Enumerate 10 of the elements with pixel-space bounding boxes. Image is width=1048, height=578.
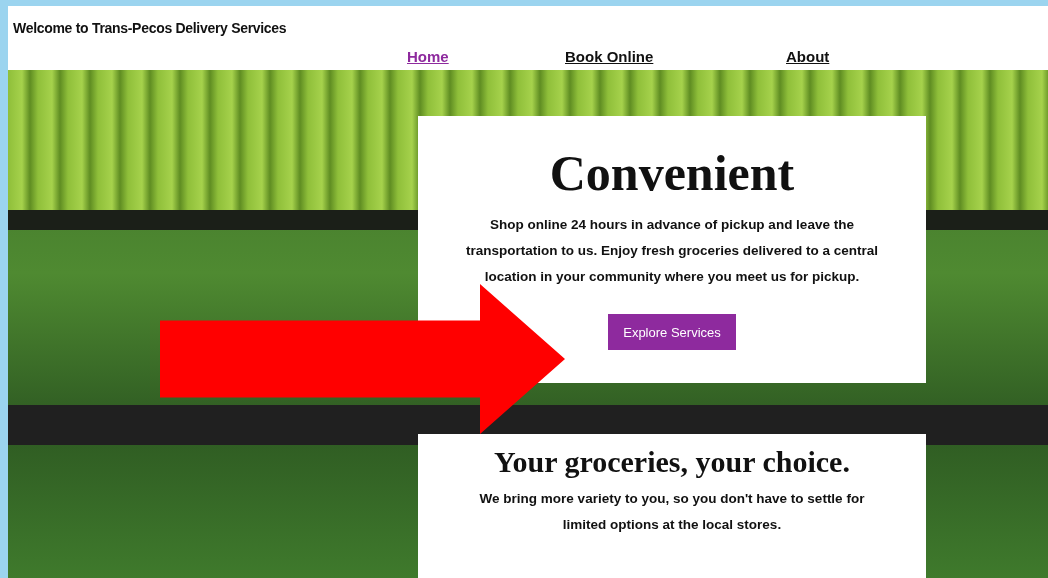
- arrow-icon: [160, 284, 565, 434]
- hero-text: Shop online 24 hours in advance of pickup and leave the transportation to us. Enjoy fresh groceries delivered to a central location in your community where you meet us for pickup.: [465, 216, 879, 286]
- nav-link[interactable]: Book Online: [565, 48, 654, 65]
- nav-link[interactable]: Home: [407, 48, 449, 65]
- nav-link[interactable]: About: [786, 48, 830, 65]
- section-heading: Your groceries, your choice.: [494, 444, 850, 480]
- site-title: Welcome to Trans-Pecos Delivery Services: [13, 20, 287, 36]
- hero-heading: Convenient: [549, 144, 795, 203]
- section-text: We bring more variety to you, so you don't have to settle for limited options at the local stores.: [478, 490, 866, 534]
- explore-services-button[interactable]: Explore Services: [608, 314, 736, 350]
